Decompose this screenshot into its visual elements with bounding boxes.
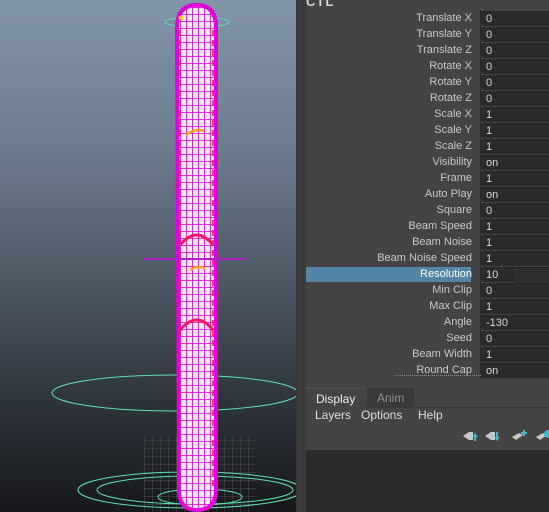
channel-value-field[interactable]: 0 [480,59,549,74]
layer-menu-bar: Layers Options Help [306,408,549,426]
channel-label[interactable]: Auto Play [312,188,472,200]
channel-value-field[interactable]: on [480,363,549,378]
layer-toolbar [306,426,549,448]
channel-row[interactable]: Auto Play on [306,187,549,203]
channel-label[interactable]: Translate Y [312,28,472,40]
right-panel: CTL Translate X 0 Translate Y 0 Translate Z 0… [298,0,549,512]
channel-label[interactable]: Resolution [312,268,472,280]
channel-row[interactable]: Max Clip 1 [306,299,549,315]
move-layer-down-icon [485,432,500,441]
channel-label[interactable]: Translate Z [312,44,472,56]
channel-box: CTL Translate X 0 Translate Y 0 Translate Z 0… [306,0,549,378]
channel-row[interactable]: Visibility on [306,155,549,171]
channel-row[interactable]: Beam Noise Speed 1 [306,251,549,267]
new-empty-layer-button[interactable] [511,429,529,443]
channel-value-field[interactable]: 1 [480,139,549,154]
channel-value-field[interactable]: 1 [480,123,549,138]
channel-value-field[interactable]: on [480,187,549,202]
channel-label[interactable]: Beam Width [312,348,472,360]
channel-value-field[interactable]: 1 [480,299,549,314]
channel-label[interactable]: Frame [312,172,472,184]
channel-row[interactable]: Seed 0 [306,331,549,347]
new-layer-from-selected-icon [536,430,549,440]
channel-label[interactable]: Beam Noise [312,236,472,248]
channel-row[interactable]: Scale Y 1 [306,123,549,139]
channel-row[interactable]: Rotate Y 0 [306,75,549,91]
move-layer-up-icon [463,432,478,441]
layer-tabs: Display Anim [306,388,549,408]
channel-label[interactable]: Scale X [312,108,472,120]
channel-label[interactable]: Beam Noise Speed [312,252,472,264]
menu-options[interactable]: Options [361,408,402,422]
channel-value-field[interactable]: 1 [480,171,549,186]
channel-label[interactable]: Rotate Z [312,92,472,104]
layer-list[interactable] [306,450,549,512]
viewport-scene [51,2,298,512]
channel-value-field[interactable]: 0 [480,75,549,90]
beam-mesh[interactable] [174,2,218,512]
channel-row[interactable]: Translate X 0 [306,11,549,27]
panel-separator[interactable] [298,0,306,512]
channel-value-field[interactable]: 0 [480,283,549,298]
channel-row[interactable]: Rotate X 0 [306,59,549,75]
channel-value-field[interactable]: -130 [480,315,549,330]
channel-value-field[interactable]: 1 [480,235,549,250]
manipulator-ring-large[interactable] [51,374,298,412]
channel-label[interactable]: Seed [312,332,472,344]
channel-row[interactable]: Square 0 [306,203,549,219]
channel-value-field[interactable]: 1 [480,347,549,362]
channel-label[interactable]: Scale Y [312,124,472,136]
channel-row[interactable]: Translate Y 0 [306,27,549,43]
channel-row[interactable]: Scale X 1 [306,107,549,123]
channel-row[interactable]: Angle -130 [306,315,549,331]
channel-value-field[interactable]: 0 [480,91,549,106]
channel-row[interactable]: Min Clip 0 [306,283,549,299]
channel-label[interactable]: Min Clip [312,284,472,296]
menu-layers[interactable]: Layers [315,408,351,422]
channel-label[interactable]: Beam Speed [312,220,472,232]
menu-help[interactable]: Help [418,408,443,422]
channel-value-field[interactable]: on [480,155,549,170]
channel-row[interactable]: Beam Width 1 [306,347,549,363]
channel-value-field[interactable]: 0 [480,43,549,58]
channel-row[interactable]: Rotate Z 0 [306,91,549,107]
channel-value-field[interactable]: 1 [480,219,549,234]
move-layer-down-button[interactable] [484,429,502,443]
channel-row[interactable]: Translate Z 0 [306,43,549,59]
panel-resize-handle[interactable] [396,375,481,377]
new-layer-from-selected-button[interactable] [535,429,549,443]
channel-label[interactable]: Square [312,204,472,216]
channel-row[interactable]: Beam Speed 1 [306,219,549,235]
channel-label[interactable]: Scale Z [312,140,472,152]
channel-value-field[interactable]: 0 [480,331,549,346]
channel-value-field[interactable]: 1 [480,107,549,122]
channel-label[interactable]: Angle [312,316,472,328]
channel-value-field[interactable]: 10 [480,267,549,283]
channel-label[interactable]: Rotate X [312,60,472,72]
channel-label[interactable]: Max Clip [312,300,472,312]
channel-value-field[interactable]: 0 [480,203,549,218]
channel-row[interactable]: Scale Z 1 [306,139,549,155]
node-title: CTL [306,0,335,9]
channel-value-field[interactable]: 0 [480,11,549,26]
channel-row[interactable]: Resolution 10 [306,267,549,283]
channel-label[interactable]: Rotate Y [312,76,472,88]
tab-display[interactable]: Display [306,388,365,408]
channel-label[interactable]: Translate X [312,12,472,24]
move-layer-up-button[interactable] [462,429,480,443]
channel-label[interactable]: Visibility [312,156,472,168]
3d-viewport[interactable] [0,0,298,512]
channel-value-field[interactable]: 1 [480,251,549,266]
channel-row[interactable]: Frame 1 [306,171,549,187]
tab-anim[interactable]: Anim [367,388,414,408]
layer-editor: Display Anim Layers Options Help [306,384,549,512]
channel-value-field[interactable]: 0 [480,27,549,42]
channel-row[interactable]: Beam Noise 1 [306,235,549,251]
new-empty-layer-icon [512,430,527,440]
